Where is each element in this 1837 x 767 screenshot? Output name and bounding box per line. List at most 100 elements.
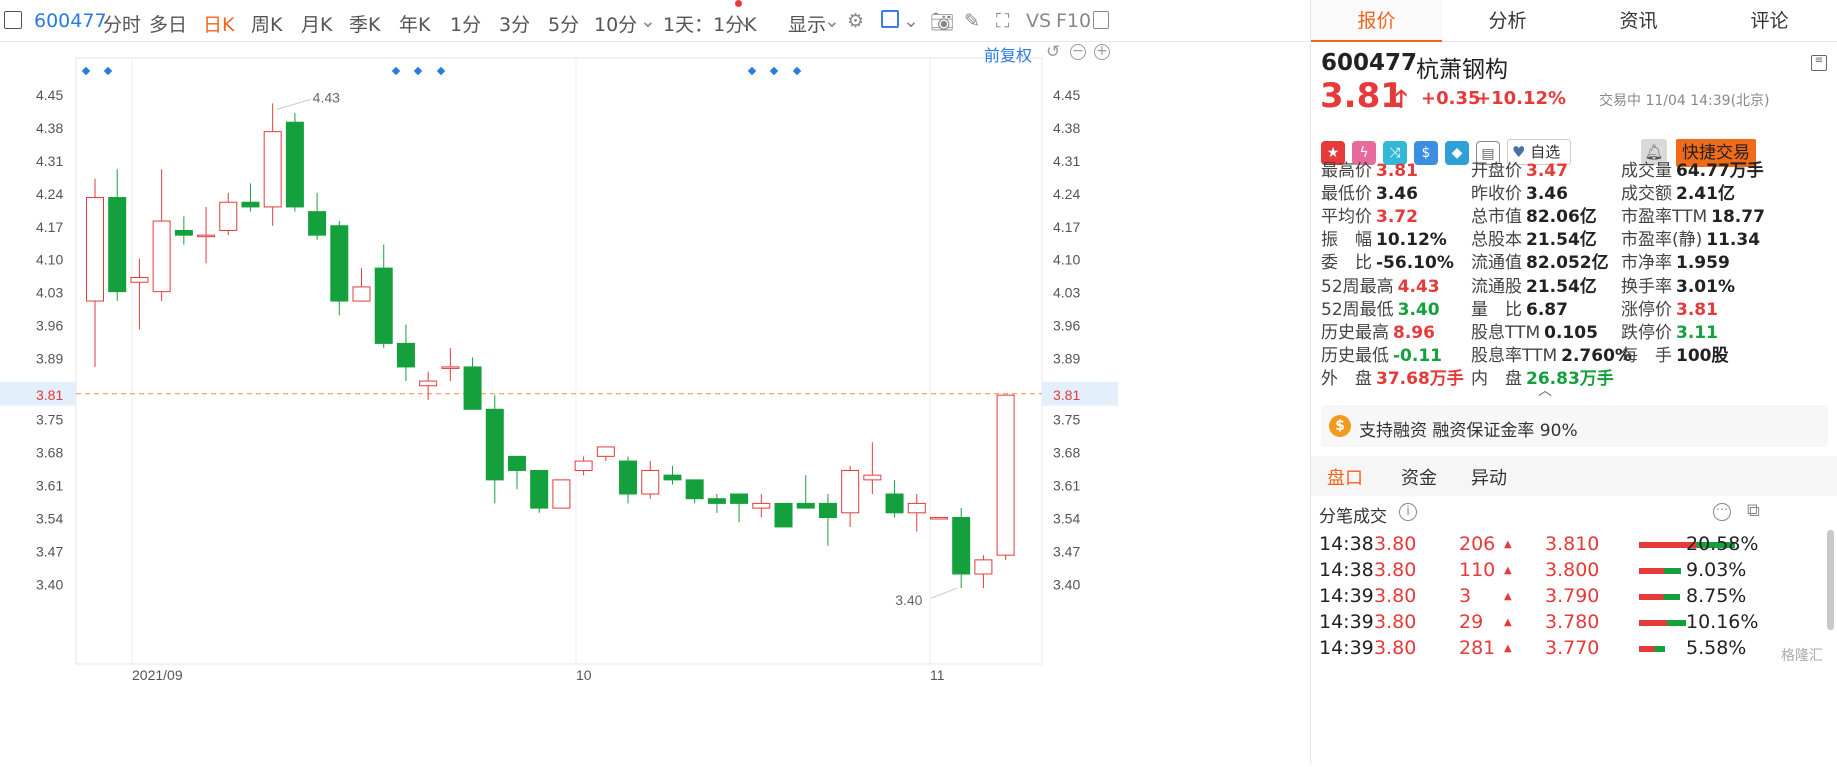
event-marker bbox=[792, 66, 802, 76]
candle-body bbox=[374, 267, 393, 344]
stat-value: 18.77 bbox=[1711, 207, 1765, 228]
price-change-pct: +10.12% bbox=[1476, 88, 1567, 109]
camera-icon[interactable]: 📷︎ bbox=[930, 10, 954, 33]
x-tick-label: 10 bbox=[576, 667, 592, 683]
menu-list-icon[interactable]: ≡ bbox=[1811, 55, 1827, 71]
vs-button[interactable]: VS bbox=[1026, 10, 1051, 32]
candle-body bbox=[730, 493, 749, 504]
collapse-chevron-icon[interactable]: ︿ bbox=[1538, 380, 1552, 400]
level-pct: 10.16% bbox=[1686, 611, 1759, 633]
level-price: 3.800 bbox=[1545, 559, 1600, 581]
level-price: 3.770 bbox=[1545, 637, 1600, 659]
stat-item: 总市值 82.06亿 bbox=[1471, 202, 1597, 227]
stat-label: 股息率TTM bbox=[1471, 345, 1558, 366]
tick-price: 3.80 bbox=[1374, 585, 1417, 607]
stat-value: 10.12% bbox=[1376, 230, 1447, 251]
candle-body bbox=[197, 234, 216, 238]
stat-item: 52周最低 3.40 bbox=[1321, 295, 1440, 320]
kline-chart[interactable]: 4.45 4.45 4.38 4.38 4.31 4.31 4.24 4.24 4.17 4.17… bbox=[0, 42, 1310, 763]
period-duori[interactable]: 多日 bbox=[149, 10, 187, 37]
x-tick-label: 11 bbox=[930, 667, 945, 683]
level-price: 3.810 bbox=[1545, 533, 1600, 555]
expand-icon[interactable]: ⧉ bbox=[1747, 500, 1760, 521]
y-tick-label-left: 4.38 bbox=[36, 120, 63, 136]
period-day-k[interactable]: 日K bbox=[203, 10, 234, 37]
pencil-icon[interactable]: ✎ bbox=[964, 10, 980, 32]
stat-item: 振 幅 10.12% bbox=[1321, 225, 1447, 250]
tick-volume: 281 bbox=[1459, 637, 1496, 659]
level-pct: 5.58% bbox=[1686, 637, 1747, 659]
stat-item: 量 比 6.87 bbox=[1471, 295, 1568, 320]
y-tick-label-right: 3.68 bbox=[1053, 445, 1080, 461]
candle-body bbox=[996, 394, 1015, 556]
event-marker bbox=[769, 66, 779, 76]
period-year-k[interactable]: 年K bbox=[399, 10, 430, 37]
stat-label: 52周最高 bbox=[1321, 276, 1394, 297]
zoom-in-icon[interactable]: + bbox=[1094, 44, 1110, 60]
y-tick-label-left: 3.40 bbox=[36, 576, 63, 592]
candle-body bbox=[929, 517, 948, 520]
y-tick-label-right: 4.10 bbox=[1053, 252, 1080, 268]
tab-news[interactable]: 资讯 bbox=[1573, 0, 1704, 42]
color-square-icon[interactable] bbox=[881, 10, 899, 28]
period-3min[interactable]: 3分 bbox=[499, 10, 530, 37]
y-tick-label-right: 3.54 bbox=[1053, 511, 1080, 527]
zoom-out-icon[interactable]: − bbox=[1070, 44, 1086, 60]
sub-tabs: 盘口 资金 异动 bbox=[1311, 456, 1837, 496]
stat-value: 82.052亿 bbox=[1526, 253, 1609, 274]
stat-label: 总市值 bbox=[1471, 207, 1522, 228]
subtab-pankou[interactable]: 盘口 bbox=[1327, 464, 1363, 490]
more-options-icon[interactable]: ⋯ bbox=[1713, 503, 1731, 521]
period-5min[interactable]: 5分 bbox=[548, 10, 579, 37]
y-tick-label-left: 4.45 bbox=[36, 87, 63, 103]
tick-scrollbar[interactable] bbox=[1827, 530, 1834, 630]
stat-item: 涨停价 3.81 bbox=[1621, 295, 1718, 320]
y-tick-label-left: 4.17 bbox=[36, 219, 63, 235]
candle-body bbox=[885, 493, 904, 514]
range-chevron-icon[interactable]: ⌄ bbox=[737, 10, 753, 32]
stat-item: 成交额 2.41亿 bbox=[1621, 179, 1735, 204]
panel-toggle-icon[interactable] bbox=[1093, 11, 1109, 29]
notification-dot bbox=[735, 0, 742, 7]
plot-frame bbox=[75, 57, 1043, 665]
y-tick-label-right: 4.17 bbox=[1053, 219, 1080, 235]
subtab-zijin[interactable]: 资金 bbox=[1401, 464, 1437, 490]
y-tick-label-left: 4.03 bbox=[36, 285, 63, 301]
fq-label[interactable]: 前复权 bbox=[984, 42, 1032, 66]
f10-button[interactable]: F10 bbox=[1056, 10, 1091, 32]
candle-body bbox=[86, 197, 104, 302]
period-10min[interactable]: 10分 bbox=[594, 10, 637, 37]
candle-body bbox=[241, 201, 260, 208]
tab-comments[interactable]: 评论 bbox=[1704, 0, 1835, 42]
period-season-k[interactable]: 季K bbox=[349, 10, 380, 37]
stat-label: 市净率 bbox=[1621, 253, 1672, 274]
sidebar-toggle-icon[interactable] bbox=[4, 11, 22, 29]
stat-value: 6.87 bbox=[1526, 299, 1568, 320]
stat-label: 换手率 bbox=[1621, 276, 1672, 297]
display-menu[interactable]: 显示 bbox=[788, 10, 826, 37]
tick-time: 14:39 bbox=[1319, 637, 1374, 659]
period-fenshi[interactable]: 分时 bbox=[103, 10, 141, 37]
fullscreen-icon[interactable]: ⛶ bbox=[996, 10, 1009, 32]
tab-analysis[interactable]: 分析 bbox=[1442, 0, 1573, 42]
display-chevron-icon[interactable]: ⌄ bbox=[824, 10, 840, 32]
level-pct: 20.58% bbox=[1686, 533, 1759, 555]
margin-banner[interactable]: $ 支持融资 融资保证金率 90% bbox=[1321, 405, 1828, 447]
info-icon[interactable]: i bbox=[1399, 503, 1417, 521]
reset-icon[interactable]: ↺ bbox=[1046, 42, 1060, 62]
settings-gear-icon[interactable]: ⚙ bbox=[847, 10, 864, 32]
tab-quote[interactable]: 报价 bbox=[1311, 0, 1442, 42]
period-week-k[interactable]: 周K bbox=[251, 10, 282, 37]
period-month-k[interactable]: 月K bbox=[301, 10, 332, 37]
stat-item: 开盘价 3.47 bbox=[1471, 156, 1568, 181]
candle-body bbox=[796, 502, 815, 509]
color-chevron-icon[interactable]: ⌄ bbox=[903, 10, 919, 32]
tick-price: 3.80 bbox=[1374, 533, 1417, 555]
tag-icon[interactable]: ◆ bbox=[1445, 141, 1469, 165]
subtab-yidong[interactable]: 异动 bbox=[1471, 464, 1507, 490]
period-1min[interactable]: 1分 bbox=[450, 10, 481, 37]
y-tick-label-right: 4.03 bbox=[1053, 285, 1080, 301]
stat-item: 跌停价 3.11 bbox=[1621, 318, 1718, 343]
period-more-chevron-icon[interactable]: ⌄ bbox=[640, 10, 656, 32]
stat-item: 委 比 -56.10% bbox=[1321, 248, 1454, 273]
